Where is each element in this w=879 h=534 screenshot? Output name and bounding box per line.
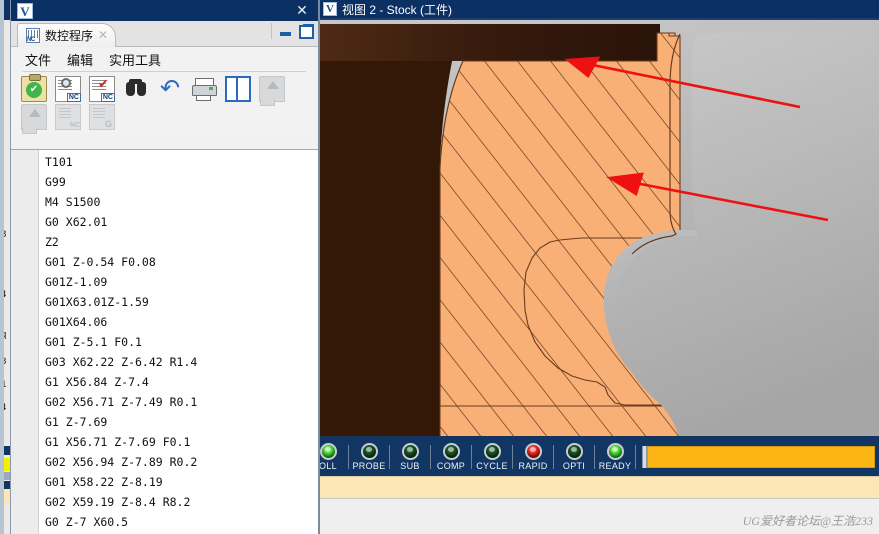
code-line[interactable]: G0 Z-7 X60.5 [45,512,318,532]
stock-geometry [320,20,879,436]
code-line[interactable]: M4 S1500 [45,192,318,212]
close-icon[interactable]: ✕ [97,29,109,41]
status-led-coll[interactable]: OLL [320,438,348,476]
machine-status-led-strip: OLL PROBE SUB COMP CYCLE RAPID OPTI READ… [320,438,879,476]
nc-check-icon[interactable]: ✔ [89,76,115,102]
code-line[interactable]: G01Z-1.09 [45,272,318,292]
code-line[interactable]: G01 X58.22 Z-8.19 [45,472,318,492]
led-label: RAPID [518,461,548,471]
stock-3d-viewport[interactable] [320,18,879,438]
nc-document-icon [26,28,40,43]
code-line[interactable]: T101 [45,152,318,172]
led-label: READY [598,461,632,471]
code-line[interactable]: G01X64.06 [45,312,318,332]
code-line[interactable]: G0 X62.01 [45,212,318,232]
view-window-title: 视图 2 - Stock (工件) [342,2,453,17]
status-led-rapid[interactable]: RAPID [513,438,553,476]
led-label: PROBE [352,461,386,471]
led-indicator [483,443,501,460]
status-led-probe[interactable]: PROBE [349,438,389,476]
led-label: OLL [320,461,337,471]
menu-item-tools[interactable]: 实用工具 [109,50,161,69]
status-progress-bar[interactable] [642,446,875,468]
status-led-opti[interactable]: OPTI [554,438,594,476]
code-line[interactable]: G02 X59.19 Z-8.4 R8.2 [45,492,318,512]
status-led-ready[interactable]: READY [595,438,635,476]
g-file-icon [89,104,115,130]
divider [635,445,636,469]
led-indicator [524,443,542,460]
download-icon [21,104,47,134]
nc-file-icon [55,104,81,130]
status-led-comp[interactable]: COMP [431,438,471,476]
stock-view-window: V 视图 2 - Stock (工件) OLL PROBE SUB COMP C… [320,0,879,534]
menu-item-edit[interactable]: 编辑 [67,50,93,69]
code-line[interactable]: G99 [45,172,318,192]
app-root: 8 4 q 8 1 4 V ✕ 数控程序 ✕ [0,0,879,534]
led-indicator [320,443,337,460]
nc-preview-icon[interactable] [55,76,81,102]
code-line[interactable]: G1 X56.84 Z-7.4 [45,372,318,392]
nc-toolbar-row-1: ✔ ↶ [11,72,318,106]
status-led-cycle[interactable]: CYCLE [472,438,512,476]
code-gutter [11,150,39,534]
led-indicator [401,443,419,460]
vericut-logo-icon: V [17,2,33,19]
background-window-edge [0,0,4,534]
nc-program-window: V ✕ 数控程序 ✕ 文件 编辑 实用工具 ✔ ↶ [10,0,320,534]
view-window-titlebar[interactable]: V 视图 2 - Stock (工件) [320,0,879,18]
minimize-icon[interactable] [279,25,292,38]
undo-icon[interactable]: ↶ [157,76,183,102]
nc-menubar: 文件 编辑 实用工具 [11,47,318,71]
nc-window-controls [271,23,314,39]
restore-icon[interactable] [299,23,314,39]
code-line[interactable]: G1 X56.71 Z-7.69 F0.1 [45,432,318,452]
led-label: SUB [400,461,420,471]
code-line[interactable]: G02 X56.71 Z-7.49 R0.1 [45,392,318,412]
verify-program-icon[interactable] [21,74,47,102]
led-indicator [442,443,460,460]
code-line[interactable]: G01X63.01Z-1.59 [45,292,318,312]
led-indicator [565,443,583,460]
progress-fill [647,446,875,468]
vericut-logo-icon: V [323,2,337,16]
code-text[interactable]: T101 G99 M4 S1500 G0 X62.01 Z2 G01 Z-0.54 F0.… [39,150,318,534]
led-indicator [606,443,624,460]
status-led-sub[interactable]: SUB [390,438,430,476]
led-label: COMP [436,461,466,471]
code-line[interactable]: G02 X56.94 Z-7.89 R0.2 [45,452,318,472]
split-view-icon[interactable] [225,76,251,102]
watermark-text: UG爱好者论坛@王浩233 [742,514,873,528]
code-line[interactable]: G03 X62.22 Z-6.42 R1.4 [45,352,318,372]
code-line[interactable]: G01 Z-0.54 F0.08 [45,252,318,272]
code-line[interactable]: G01 Z-5.1 F0.1 [45,332,318,352]
find-icon[interactable] [123,76,149,102]
close-icon[interactable]: ✕ [294,2,310,18]
led-indicator [360,443,378,460]
nc-window-titlebar[interactable]: V ✕ [11,0,318,21]
code-line[interactable]: G1 Z-7.69 [45,412,318,432]
code-line[interactable]: Z2 [45,232,318,252]
upload-icon [259,76,285,106]
nc-code-listing[interactable]: T101 G99 M4 S1500 G0 X62.01 Z2 G01 Z-0.54 F0.… [11,149,318,534]
view-window-footer: UG爱好者论坛@王浩233 [320,498,879,532]
nc-tab-row: 数控程序 ✕ [11,21,318,47]
message-bar[interactable] [320,476,879,498]
tab-nc-program[interactable]: 数控程序 ✕ [17,23,117,47]
led-label: OPTI [562,461,586,471]
tab-label: 数控程序 [45,29,94,43]
divider [271,23,272,39]
print-icon[interactable] [191,76,217,102]
led-label: CYCLE [476,461,508,471]
menu-item-file[interactable]: 文件 [25,50,51,69]
nc-toolbar-row-2 [11,102,318,134]
